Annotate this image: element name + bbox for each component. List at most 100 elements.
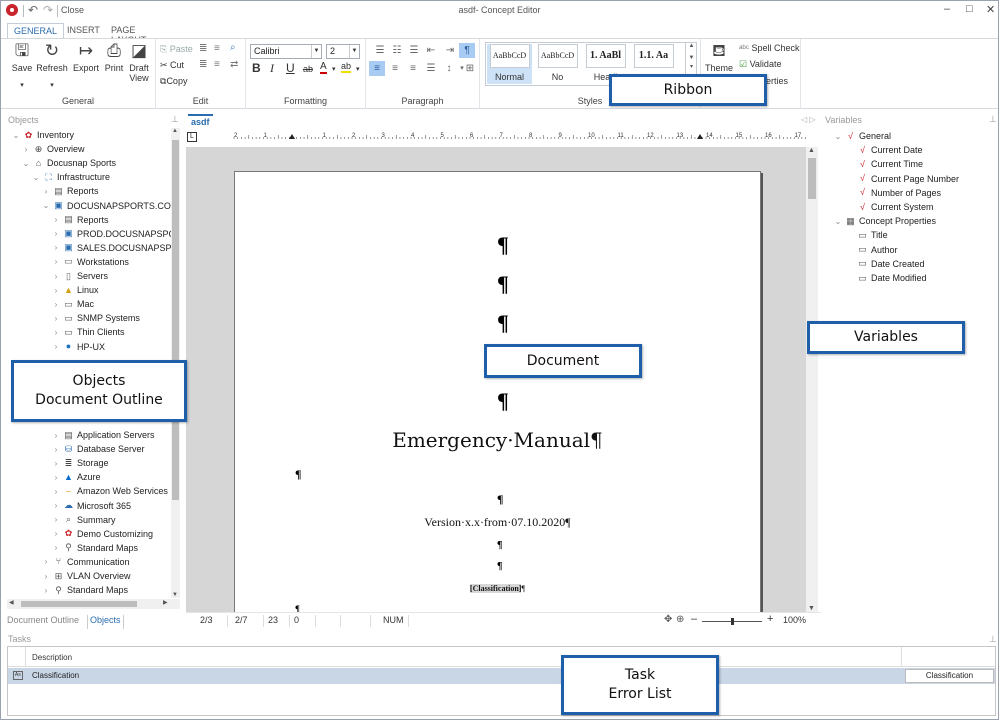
tree-item[interactable]: › ⊞ VLAN Overview <box>41 569 131 583</box>
tree-item[interactable]: › ▭ Mac <box>51 297 94 311</box>
chevron-right-icon[interactable]: › <box>51 431 61 440</box>
tree-item[interactable]: ▭ Title <box>845 228 887 242</box>
tab-scroll-arrows[interactable]: ◁ ▷ <box>801 115 816 124</box>
column-header-description[interactable]: Description <box>32 653 72 662</box>
tree-item[interactable]: › ▭ Thin Clients <box>51 325 125 339</box>
increase-indent-icon[interactable]: ≣ <box>199 43 207 54</box>
tree-item[interactable]: ⌄ ▦ Concept Properties <box>833 214 936 228</box>
chevron-left-icon[interactable]: ◀ <box>9 599 14 606</box>
chevron-right-icon[interactable]: › <box>51 529 61 538</box>
chevron-right-icon[interactable]: › <box>51 229 61 238</box>
chevron-right-icon[interactable]: ▶ <box>163 599 168 606</box>
zoom-out-button[interactable]: – <box>691 613 697 625</box>
tab-general[interactable]: GENERAL <box>7 23 65 39</box>
indent-icon[interactable]: ≡ <box>214 59 220 70</box>
chevron-right-icon[interactable]: › <box>51 501 61 510</box>
highlight-button[interactable]: ab <box>341 61 352 73</box>
chevron-down-icon[interactable]: ⌄ <box>31 173 41 182</box>
chevron-down-icon[interactable]: ▼ <box>808 605 815 612</box>
theme-button[interactable]: ⛾ Theme <box>703 41 735 73</box>
save-button[interactable]: 🖫 Save ▾ <box>6 41 38 89</box>
scrollbar-thumb[interactable] <box>172 140 179 500</box>
italic-button[interactable]: I <box>270 61 274 76</box>
zoom-slider-thumb[interactable] <box>731 618 734 625</box>
save-dropdown-icon[interactable]: ▾ <box>6 81 38 89</box>
tree-item[interactable]: › ▣ SALES.DOCUSNAPSPC <box>51 241 171 255</box>
chevron-down-icon[interactable]: ▼ <box>686 55 697 61</box>
document-page[interactable]: ¶ ¶ ¶ ¶ Emergency·Manual¶ ¶ ¶ Version·x.… <box>234 171 761 612</box>
chevron-up-icon[interactable]: ▲ <box>686 43 697 49</box>
cut-button[interactable]: ✂ Cut <box>160 60 184 71</box>
tab-page-layout[interactable]: PAGE LAYOUT <box>105 23 152 45</box>
decrease-indent-icon[interactable]: ≣ <box>199 59 207 70</box>
style-normal[interactable]: AaBbCcD Normal <box>487 44 532 84</box>
chevron-up-icon[interactable]: ▲ <box>172 128 178 134</box>
tree-item[interactable]: › ⌕ Summary <box>51 513 116 527</box>
chevron-down-icon[interactable]: ⌄ <box>11 131 21 140</box>
scrollbar-thumb[interactable] <box>21 601 137 607</box>
find-icon[interactable]: ⌕ <box>230 42 236 53</box>
multilevel-list-icon[interactable]: ☰ <box>372 43 388 58</box>
chevron-right-icon[interactable]: › <box>41 586 51 595</box>
chevron-right-icon[interactable]: › <box>51 543 61 552</box>
align-left-button[interactable]: ≡ <box>369 61 385 76</box>
tree-item[interactable]: ▭ Date Modified <box>845 271 926 285</box>
highlight-dropdown-icon[interactable]: ▾ <box>356 65 360 73</box>
document-vertical-scrollbar[interactable]: ▲ ▼ <box>806 147 818 612</box>
tree-item[interactable]: √ Current System <box>845 200 934 214</box>
document-tab[interactable]: asdf <box>188 114 213 128</box>
chevron-right-icon[interactable]: › <box>41 557 51 566</box>
tree-item[interactable]: › ☁ Microsoft 365 <box>51 499 131 513</box>
chevron-down-icon[interactable]: ⌄ <box>21 159 31 168</box>
task-action-button[interactable]: Classification <box>905 669 994 683</box>
align-center-button[interactable]: ≡ <box>387 61 403 76</box>
tree-item[interactable]: › ⌣ Amazon Web Services <box>51 484 168 498</box>
chevron-right-icon[interactable]: › <box>21 145 31 154</box>
tree-item[interactable]: › ⚲ Standard Maps <box>51 541 138 555</box>
tree-item[interactable]: › ● HP-UX <box>51 340 105 354</box>
document-title[interactable]: Emergency·Manual¶ <box>235 428 760 452</box>
maximize-button[interactable]: □ <box>966 3 973 15</box>
chevron-right-icon[interactable]: › <box>51 473 61 482</box>
chevron-right-icon[interactable]: › <box>41 572 51 581</box>
chevron-right-icon[interactable]: › <box>41 187 51 196</box>
justify-button[interactable]: ☰ <box>423 61 439 76</box>
tree-item[interactable]: › ▲ Azure <box>51 470 101 484</box>
classification-field[interactable]: [Classification] <box>469 584 522 593</box>
tree-item[interactable]: › ▲ Linux <box>51 283 99 297</box>
tab-insert[interactable]: INSERT <box>61 23 106 39</box>
bullet-list-icon[interactable]: ☷ <box>389 43 405 58</box>
chevron-right-icon[interactable]: › <box>51 314 61 323</box>
strikethrough-button[interactable]: ab <box>303 64 313 74</box>
tree-item[interactable]: ▭ Date Created <box>845 257 924 271</box>
chevron-down-icon[interactable]: ▼ <box>349 45 359 58</box>
tree-item[interactable]: › ≣ Storage <box>51 456 109 470</box>
scrollbar-thumb[interactable] <box>808 158 816 199</box>
chevron-right-icon[interactable]: › <box>51 342 61 351</box>
tree-item[interactable]: √ Number of Pages <box>845 186 941 200</box>
paste-button[interactable]: ⎘ Paste <box>160 44 193 55</box>
outdent-icon[interactable]: ≡ <box>214 43 220 54</box>
chevron-right-icon[interactable]: › <box>51 445 61 454</box>
tree-item[interactable]: › ▤ Application Servers <box>51 428 155 442</box>
refresh-dropdown-icon[interactable]: ▾ <box>36 81 68 89</box>
outdent-icon[interactable]: ⇤ <box>423 43 439 58</box>
tree-item[interactable]: › ⊕ Overview <box>21 142 85 156</box>
numbered-list-icon[interactable]: ☰ <box>406 43 422 58</box>
bold-button[interactable]: B <box>252 61 261 75</box>
chevron-down-icon[interactable]: ⌄ <box>833 217 843 226</box>
objects-horizontal-scrollbar[interactable]: ◀ ▶ <box>7 599 180 609</box>
chevron-right-icon[interactable]: › <box>51 286 61 295</box>
tree-item[interactable]: ⌄ ⛶ Infrastructure <box>31 170 110 184</box>
window-close-button[interactable]: ✕ <box>986 3 995 16</box>
zoom-slider[interactable] <box>702 618 762 625</box>
chevron-right-icon[interactable]: › <box>51 515 61 524</box>
tree-item[interactable]: › ✿ Demo Customizing <box>51 527 153 541</box>
zoom-in-button[interactable]: + <box>767 613 773 625</box>
copy-button[interactable]: ⧉Copy <box>160 76 187 87</box>
classification-line[interactable]: [Classification]¶ <box>235 584 760 593</box>
chevron-down-icon[interactable]: ⌄ <box>41 201 51 210</box>
replace-icon[interactable]: ⇄ <box>230 59 238 70</box>
validate-button[interactable]: ☑ Validate <box>739 59 781 70</box>
chevron-down-icon[interactable]: ▼ <box>172 592 178 598</box>
